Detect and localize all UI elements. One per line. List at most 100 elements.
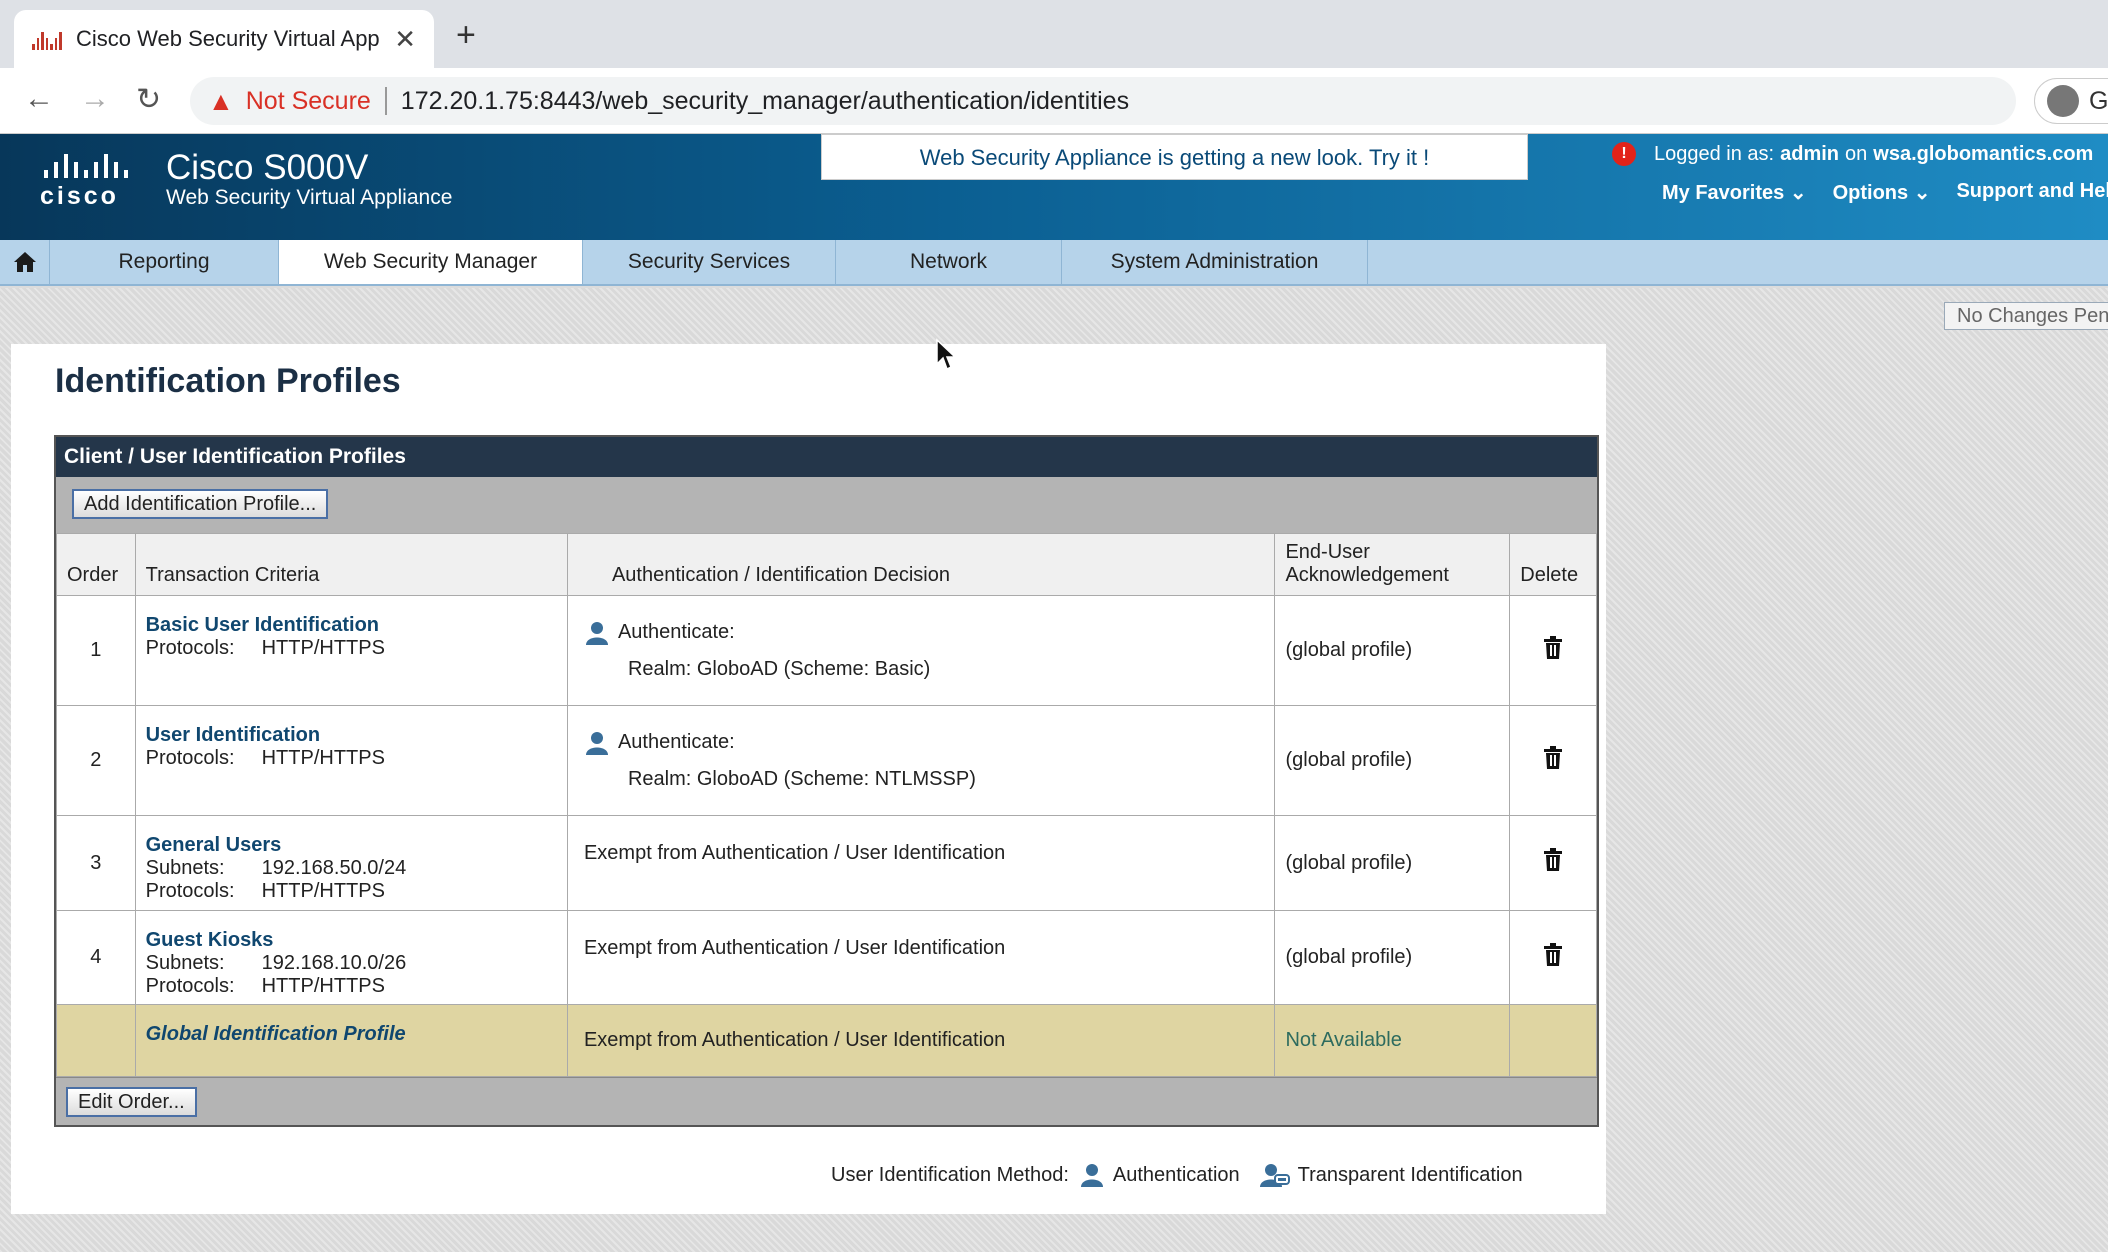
col-ack-line1: End-User	[1285, 541, 1370, 563]
global-profile-link[interactable]: Global Identification Profile	[146, 1023, 406, 1045]
protocols-value: HTTP/HTTPS	[261, 880, 385, 902]
edit-order-button[interactable]: Edit Order...	[66, 1087, 197, 1117]
table-row: 4 Guest Kiosks Subnets: 192.168.10.0/26 P…	[56, 910, 1597, 1005]
auth-line: Authenticate:	[584, 615, 1265, 651]
reload-icon[interactable]: ↻	[136, 82, 161, 117]
browser-toolbar: ← → ↻ ▲ Not Secure 172.20.1.75:8443/web_…	[0, 68, 2108, 134]
protocols-label: Protocols:	[145, 637, 235, 659]
col-decision: Authentication / Identification Decision	[566, 533, 1276, 596]
realm-text: Realm: GloboAD (Scheme: Basic)	[627, 657, 931, 680]
hostname: wsa.globomantics.com	[1873, 142, 2094, 165]
section-title: Client / User Identification Profiles	[56, 437, 1597, 477]
browser-tab[interactable]: Cisco Web Security Virtual App ✕	[14, 10, 434, 68]
cisco-favicon-icon	[32, 28, 63, 50]
profiles-table: Order Transaction Criteria Authenticatio…	[56, 533, 1597, 1077]
add-bar: Add Identification Profile...	[56, 477, 1597, 533]
col-ack-line2: Acknowledgement	[1285, 564, 1449, 586]
row-decision: Authenticate: Realm: GloboAD (Scheme: NT…	[566, 705, 1276, 816]
protocols-value: HTTP/HTTPS	[261, 975, 385, 997]
trash-icon	[1544, 635, 1563, 659]
row-decision: Authenticate: Realm: GloboAD (Scheme: Ba…	[566, 595, 1276, 706]
main-panel: Identification Profiles Client / User Id…	[11, 344, 1606, 1214]
trash-icon	[1544, 942, 1563, 966]
row-ack: (global profile)	[1274, 705, 1511, 816]
protocols-line: Protocols: HTTP/HTTPS	[146, 637, 557, 660]
nav-system-administration[interactable]: System Administration	[1062, 240, 1368, 284]
nav-security-services[interactable]: Security Services	[583, 240, 836, 284]
profile-link[interactable]: User Identification	[146, 724, 557, 747]
address-bar[interactable]: ▲ Not Secure 172.20.1.75:8443/web_securi…	[190, 77, 2016, 125]
row-ack: (global profile)	[1274, 815, 1511, 911]
no-changes-pending-button[interactable]: No Changes Pending	[1944, 302, 2108, 330]
my-favorites-menu[interactable]: My Favorites ⌄	[1662, 180, 1807, 205]
support-help-menu[interactable]: Support and Help	[1956, 180, 2108, 205]
table-row: 2 User Identification Protocols: HTTP/HTT…	[56, 705, 1597, 816]
cisco-wordmark: cisco	[40, 182, 119, 210]
protocols-value: HTTP/HTTPS	[261, 637, 385, 659]
app-header: cisco Cisco S000V Web Security Virtual A…	[0, 134, 2108, 240]
authenticate-label: Authenticate:	[617, 621, 735, 643]
delete-button[interactable]	[1509, 815, 1597, 911]
legend-auth-text: Authentication	[1112, 1163, 1240, 1186]
profile-link[interactable]: General Users	[146, 834, 557, 857]
options-menu[interactable]: Options ⌄	[1833, 180, 1931, 205]
new-look-banner[interactable]: Web Security Appliance is getting a new …	[821, 134, 1528, 180]
nav-web-security-manager[interactable]: Web Security Manager	[279, 240, 583, 284]
close-tab-icon[interactable]: ✕	[394, 24, 416, 55]
protocols-value: HTTP/HTTPS	[261, 747, 385, 769]
global-profile-row: Global Identification Profile Exempt fro…	[56, 1004, 1597, 1077]
delete-button[interactable]	[1509, 910, 1597, 1005]
row-order: 2	[56, 705, 136, 816]
user-icon	[1080, 1164, 1103, 1187]
row-decision: Exempt from Authentication / User Identi…	[566, 910, 1276, 1005]
header-links: My Favorites ⌄ Options ⌄ Support and Hel…	[1662, 180, 2108, 205]
protocols-line: Protocols: HTTP/HTTPS	[146, 747, 557, 770]
table-row: 3 General Users Subnets: 192.168.50.0/24 …	[56, 815, 1597, 911]
delete-button[interactable]	[1509, 705, 1597, 816]
nav-network[interactable]: Network	[836, 240, 1062, 284]
username: admin	[1780, 142, 1840, 165]
legend-authentication: Authentication	[1079, 1162, 1240, 1188]
identification-profiles-box: Client / User Identification Profiles Ad…	[54, 435, 1599, 1127]
home-button[interactable]	[0, 240, 50, 284]
row-ack: Not Available	[1274, 1004, 1511, 1077]
identification-method-legend: User Identification Method: Authenticati…	[831, 1162, 1523, 1188]
forward-arrow-icon[interactable]: →	[80, 82, 110, 116]
profile-button[interactable]: Gu	[2034, 78, 2108, 124]
user-icon	[585, 621, 608, 645]
add-identification-profile-button[interactable]: Add Identification Profile...	[72, 489, 329, 519]
table-header-row: Order Transaction Criteria Authenticatio…	[56, 533, 1597, 596]
legend-transparent-text: Transparent Identification	[1297, 1163, 1523, 1186]
subnets-label: Subnets:	[145, 952, 225, 974]
profile-link[interactable]: Guest Kiosks	[146, 929, 557, 952]
row-delete-empty	[1509, 1004, 1597, 1077]
protocols-label: Protocols:	[145, 975, 235, 997]
url-text: 172.20.1.75:8443/web_security_manager/au…	[400, 86, 1130, 115]
main-nav: Reporting Web Security Manager Security …	[0, 240, 2108, 286]
edit-order-bar: Edit Order...	[56, 1077, 1597, 1125]
alert-icon[interactable]: !	[1612, 142, 1636, 166]
table-row: 1 Basic User Identification Protocols: HT…	[56, 595, 1597, 706]
row-ack: (global profile)	[1274, 910, 1511, 1005]
tab-title: Cisco Web Security Virtual App	[76, 26, 380, 51]
back-arrow-icon[interactable]: ←	[24, 82, 54, 116]
profile-link[interactable]: Basic User Identification	[146, 614, 557, 637]
subnets-label: Subnets:	[145, 857, 225, 879]
col-order: Order	[56, 533, 136, 596]
row-decision: Exempt from Authentication / User Identi…	[566, 1004, 1276, 1077]
col-criteria: Transaction Criteria	[134, 533, 568, 596]
page-title: Identification Profiles	[55, 362, 401, 400]
on-label: on	[1845, 142, 1868, 165]
nav-reporting[interactable]: Reporting	[50, 240, 279, 284]
legend-transparent: Transparent Identification	[1259, 1162, 1523, 1188]
row-ack: (global profile)	[1274, 595, 1511, 706]
cisco-logo: cisco	[40, 154, 155, 211]
subnets-value: 192.168.10.0/26	[261, 952, 407, 974]
login-info: ! Logged in as: admin on wsa.globomantic…	[1612, 142, 2099, 166]
auth-line: Authenticate:	[584, 725, 1265, 761]
delete-button[interactable]	[1509, 595, 1597, 706]
subnets-value: 192.168.50.0/24	[261, 857, 407, 879]
trash-icon	[1544, 745, 1563, 769]
new-tab-button[interactable]: +	[456, 16, 476, 55]
browser-tabstrip: Cisco Web Security Virtual App ✕ +	[0, 0, 2108, 68]
